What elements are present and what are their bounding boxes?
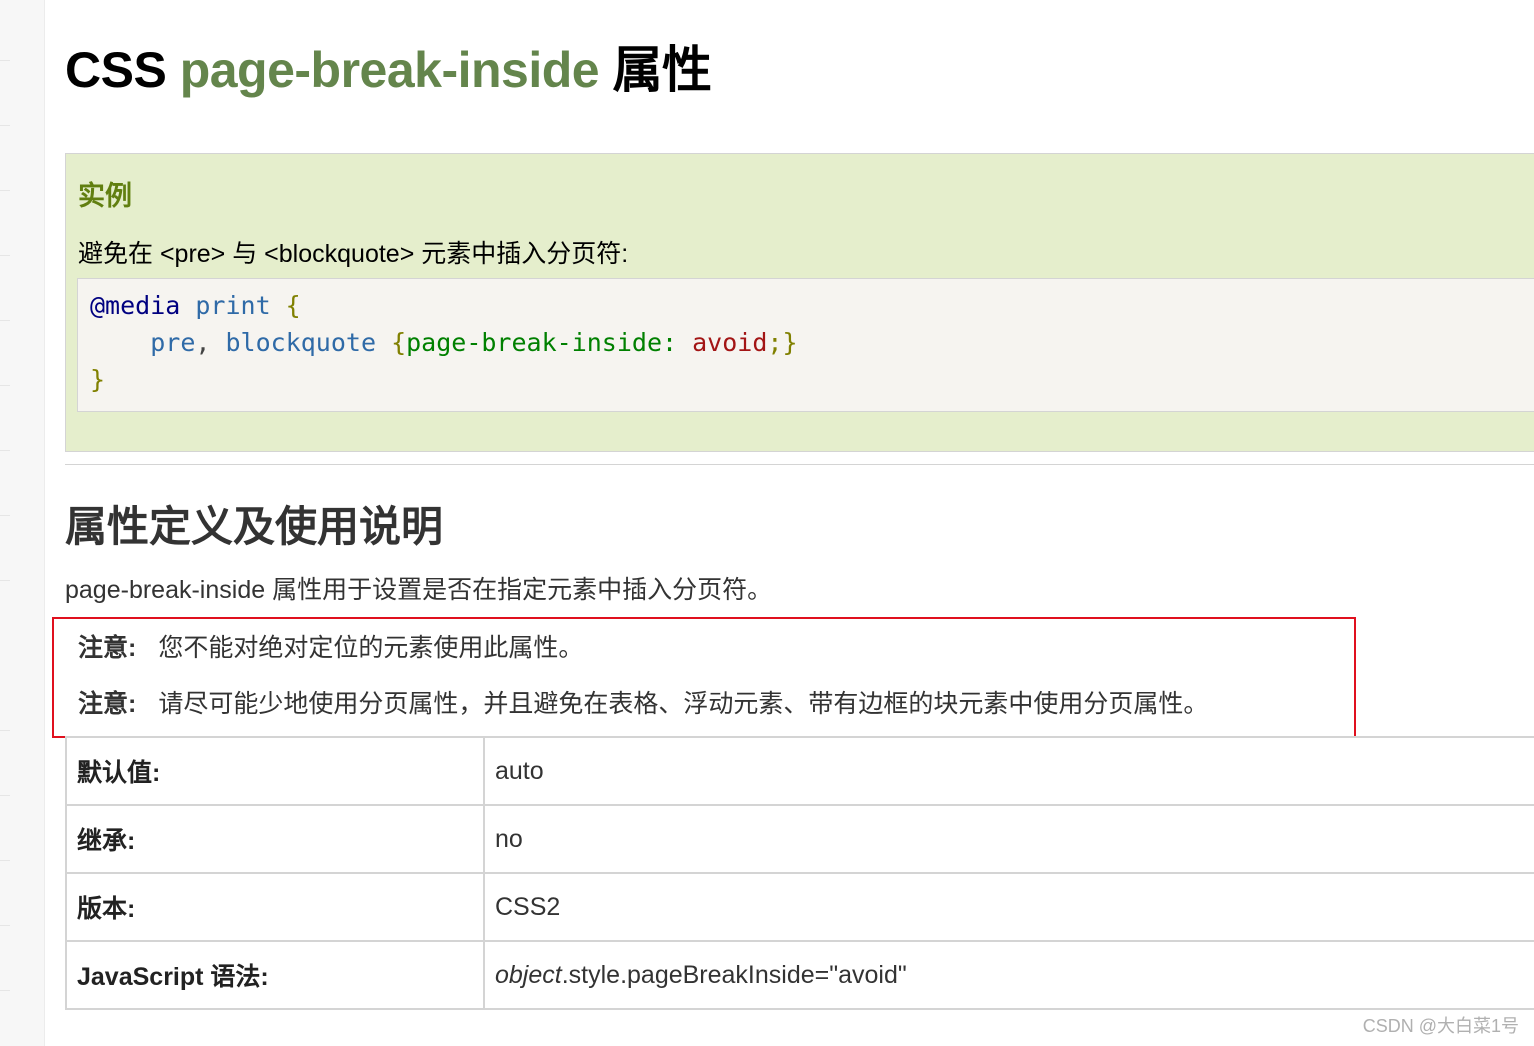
gutter-divider — [0, 320, 10, 321]
table-key-cell: 继承: — [65, 804, 485, 874]
table-key-cell: JavaScript 语法: — [65, 940, 485, 1010]
title-property-name: page-break-inside — [179, 42, 600, 98]
note-2: 注意: 请尽可能少地使用分页属性，并且避免在表格、浮动元素、带有边框的块元素中使用… — [78, 684, 1208, 720]
table-value-cell: object.style.pageBreakInside="avoid" — [483, 940, 1534, 1010]
page: CSS page-break-inside 属性 实例 避免在 <pre> 与 … — [0, 0, 1534, 1046]
page-title: CSS page-break-inside 属性 — [65, 30, 712, 102]
code-at-rule: @media — [90, 291, 181, 320]
example-description: 避免在 <pre> 与 <blockquote> 元素中插入分页符: — [78, 240, 629, 268]
gutter-divider — [0, 190, 10, 191]
title-prefix: CSS — [65, 42, 180, 98]
code-brace: } — [782, 328, 798, 357]
gutter-divider — [0, 860, 10, 861]
js-syntax: .style.pageBreakInside="avoid" — [561, 960, 907, 989]
code-brace: } — [90, 365, 106, 394]
gutter-divider — [0, 990, 10, 991]
code-semicolon: ; — [767, 328, 783, 357]
code-line-3: } — [90, 365, 105, 394]
table-value-cell: CSS2 — [483, 872, 1534, 942]
property-definition: page-break-inside 属性用于设置是否在指定元素中插入分页符。 — [65, 576, 773, 604]
code-selector: blockquote — [210, 328, 377, 357]
property-table: 默认值: auto 继承: no 版本: CSS2 JavaScript 语法:… — [65, 736, 1534, 1010]
note-text: 您不能对绝对定位的元素使用此属性。 — [158, 634, 584, 662]
gutter-divider — [0, 580, 10, 581]
example-heading: 实例 — [78, 181, 132, 211]
code-value: avoid — [677, 328, 768, 357]
table-row: 版本: CSS2 — [65, 872, 1534, 942]
gutter-divider — [0, 925, 10, 926]
gutter-divider — [0, 730, 10, 731]
table-value-cell: no — [483, 804, 1534, 874]
example-box: 实例 避免在 <pre> 与 <blockquote> 元素中插入分页符: @m… — [65, 153, 1534, 452]
gutter-divider — [0, 795, 10, 796]
code-media-type: print — [180, 291, 271, 320]
left-sidebar-edge — [0, 0, 45, 1046]
table-key-cell: 版本: — [65, 872, 485, 942]
code-line-1: @media print { — [90, 291, 301, 320]
code-brace: { — [270, 291, 301, 320]
gutter-divider — [0, 125, 10, 126]
section-divider — [65, 464, 1534, 465]
js-object-placeholder: object — [495, 960, 562, 989]
code-comma: , — [195, 328, 211, 357]
gutter-divider — [0, 255, 10, 256]
note-1: 注意: 您不能对绝对定位的元素使用此属性。 — [78, 628, 583, 664]
note-text: 请尽可能少地使用分页属性，并且避免在表格、浮动元素、带有边框的块元素中使用分页属… — [158, 690, 1209, 718]
table-key-cell: 默认值: — [65, 736, 485, 806]
section-title: 属性定义及使用说明 — [65, 503, 444, 550]
code-block[interactable]: @media print { pre, blockquote {page-bre… — [77, 278, 1534, 412]
watermark: CSDN @大白菜1号 — [1362, 1016, 1519, 1036]
table-row: JavaScript 语法: object.style.pageBreakIns… — [65, 940, 1534, 1010]
gutter-divider — [0, 385, 10, 386]
note-label: 注意: — [78, 690, 137, 718]
table-row: 继承: no — [65, 804, 1534, 874]
code-selector: pre — [150, 328, 196, 357]
note-label: 注意: — [78, 634, 137, 662]
gutter-divider — [0, 450, 10, 451]
table-value-cell: auto — [483, 736, 1534, 806]
code-brace: { — [376, 328, 407, 357]
code-property: page-break-inside: — [406, 328, 678, 357]
title-suffix: 属性 — [599, 42, 713, 98]
gutter-divider — [0, 60, 10, 61]
code-line-2: pre, blockquote {page-break-inside: avoi… — [90, 328, 798, 357]
table-row: 默认值: auto — [65, 736, 1534, 806]
gutter-divider — [0, 515, 10, 516]
